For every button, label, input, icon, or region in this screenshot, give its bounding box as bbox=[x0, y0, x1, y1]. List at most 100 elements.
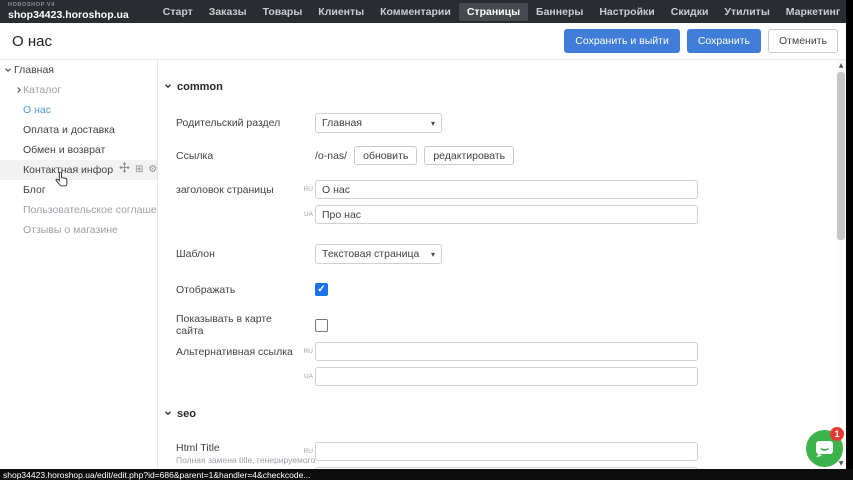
nav-item-pages[interactable]: Страницы bbox=[459, 3, 528, 21]
field-page-title-ru: заголовок страницы RU bbox=[176, 180, 698, 199]
parent-section-select[interactable]: Главная ▾ bbox=[315, 113, 442, 133]
tree-item-label: Обмен и возврат bbox=[23, 144, 105, 156]
field-page-title-ua: UA bbox=[176, 205, 698, 224]
nav-item-orders[interactable]: Заказы bbox=[201, 3, 255, 21]
field-display: Отображать ✓ bbox=[176, 283, 328, 296]
page-title-ua-input[interactable] bbox=[315, 205, 698, 224]
select-value: Главная bbox=[322, 117, 362, 129]
scrollbar-thumb[interactable] bbox=[837, 72, 845, 240]
add-icon[interactable]: ⊞ bbox=[135, 165, 143, 175]
alt-link-ua-input[interactable] bbox=[315, 367, 698, 386]
nav-item-marketing[interactable]: Маркетинг bbox=[778, 3, 846, 21]
tree-item-home[interactable]: Главная bbox=[0, 60, 157, 80]
tree-item-label: Оплата и доставка bbox=[23, 124, 115, 136]
logo[interactable]: HOROSHOP V4 shop34423.horoshop.ua bbox=[8, 3, 129, 20]
scrollbar-up-icon[interactable]: ▲ bbox=[836, 62, 846, 69]
link-edit-button[interactable]: редактировать bbox=[424, 146, 514, 165]
field-label: Показывать в карте сайта bbox=[176, 313, 301, 337]
nav-item-utilities[interactable]: Утилиты bbox=[716, 3, 777, 21]
chevron-down-icon[interactable] bbox=[4, 66, 12, 74]
link-path: /o-nas/ bbox=[315, 150, 347, 162]
lang-tag-ru: RU bbox=[301, 186, 313, 193]
nav-item-products[interactable]: Товары bbox=[255, 3, 311, 21]
chevron-down-icon: ▾ bbox=[431, 250, 435, 259]
lang-tag-ru: RU bbox=[301, 348, 313, 355]
nav-item-settings[interactable]: Настройки bbox=[591, 3, 662, 21]
chat-widget-button[interactable]: 1 bbox=[806, 430, 843, 467]
link-update-button[interactable]: обновить bbox=[354, 146, 417, 165]
tree-item-about[interactable]: О нас bbox=[0, 100, 157, 120]
section-common[interactable]: common bbox=[164, 81, 223, 93]
screen: HOROSHOP V4 shop34423.horoshop.ua Старт … bbox=[0, 0, 853, 480]
tree-item-label: Каталог bbox=[23, 84, 61, 96]
vertical-scrollbar[interactable]: ▲ ▼ bbox=[836, 60, 846, 469]
tree-item-store-reviews[interactable]: Отзывы о магазине bbox=[0, 220, 157, 240]
topbar: HOROSHOP V4 shop34423.horoshop.ua Старт … bbox=[0, 0, 846, 23]
field-label: Отображать bbox=[176, 284, 301, 296]
tree-item-user-agreement[interactable]: Пользовательское соглашение bbox=[0, 200, 157, 220]
field-label: Родительский раздел bbox=[176, 117, 301, 129]
section-collapse-icon[interactable] bbox=[164, 408, 172, 420]
tree-item-exchange-return[interactable]: Обмен и возврат bbox=[0, 140, 157, 160]
section-title: seo bbox=[177, 408, 196, 420]
template-select[interactable]: Текстовая страница ▾ bbox=[315, 244, 442, 264]
nav-item-start[interactable]: Старт bbox=[155, 3, 201, 21]
section-seo[interactable]: seo bbox=[164, 408, 196, 420]
page-tree: Главная Каталог О нас Оплата и доставка … bbox=[0, 60, 157, 469]
field-label: Html Title bbox=[176, 442, 220, 454]
html-title-ru-input[interactable] bbox=[315, 442, 698, 461]
select-value: Текстовая страница bbox=[322, 248, 419, 260]
field-label: Альтернативная ссылка bbox=[176, 346, 301, 358]
save-and-exit-button[interactable]: Сохранить и выйти bbox=[564, 29, 680, 53]
page-header: О нас Сохранить и выйти Сохранить Отмени… bbox=[0, 23, 846, 60]
nav-item-banners[interactable]: Баннеры bbox=[528, 3, 591, 21]
field-parent-section: Родительский раздел Главная ▾ bbox=[176, 113, 442, 133]
lang-tag-ru: RU bbox=[301, 448, 313, 455]
field-link: Ссылка /o-nas/ обновить редактировать bbox=[176, 146, 521, 165]
tree-item-blog[interactable]: Блог bbox=[0, 180, 157, 200]
field-note: Полная замена title, генерируемого bbox=[176, 455, 315, 465]
main-nav: Старт Заказы Товары Клиенты Комментарии … bbox=[155, 0, 846, 23]
logo-version: HOROSHOP V4 bbox=[8, 3, 129, 9]
chevron-right-icon[interactable] bbox=[15, 86, 23, 94]
alt-link-ru-input[interactable] bbox=[315, 342, 698, 361]
lang-tag-ua: UA bbox=[301, 211, 313, 218]
display-checkbox[interactable]: ✓ bbox=[315, 283, 328, 296]
logo-domain: shop34423.horoshop.ua bbox=[8, 10, 129, 21]
section-title: common bbox=[177, 81, 223, 93]
field-alt-link-ua: UA bbox=[176, 367, 698, 386]
field-label: Ссылка bbox=[176, 150, 301, 162]
tree-item-label: Блог bbox=[23, 184, 46, 196]
field-label: заголовок страницы bbox=[176, 184, 301, 196]
nav-item-comments[interactable]: Комментарии bbox=[372, 3, 459, 21]
nav-item-clients[interactable]: Клиенты bbox=[310, 3, 372, 21]
right-edge-bar bbox=[846, 0, 853, 480]
field-sitemap: Показывать в карте сайта bbox=[176, 313, 328, 337]
chat-unread-badge: 1 bbox=[830, 427, 844, 441]
tree-item-label: О нас bbox=[23, 104, 51, 116]
save-button[interactable]: Сохранить bbox=[687, 29, 761, 53]
field-template: Шаблон Текстовая страница ▾ bbox=[176, 244, 442, 264]
sitemap-checkbox[interactable] bbox=[315, 319, 328, 332]
hand-cursor-icon bbox=[55, 172, 68, 190]
tree-item-payment-delivery[interactable]: Оплата и доставка bbox=[0, 120, 157, 140]
tree-item-catalog[interactable]: Каталог bbox=[0, 80, 157, 100]
nav-item-discounts[interactable]: Скидки bbox=[663, 3, 717, 21]
section-collapse-icon[interactable] bbox=[164, 81, 172, 93]
edit-form: common Родительский раздел Главная ▾ Ссы… bbox=[157, 60, 836, 469]
tree-item-label: Контактная инфор bbox=[23, 160, 113, 180]
tree-item-label: Отзывы о магазине bbox=[23, 224, 118, 236]
lang-tag-ua: UA bbox=[301, 373, 313, 380]
header-actions: Сохранить и выйти Сохранить Отменить bbox=[564, 29, 838, 53]
admin-window: HOROSHOP V4 shop34423.horoshop.ua Старт … bbox=[0, 0, 846, 469]
chevron-down-icon: ▾ bbox=[431, 119, 435, 128]
field-alt-link-ru: Альтернативная ссылка RU bbox=[176, 342, 698, 361]
cancel-button[interactable]: Отменить bbox=[768, 29, 838, 53]
browser-status-bar: shop34423.horoshop.ua/edit/edit.php?id=6… bbox=[0, 469, 853, 480]
field-html-title-ru: Html Title Полная замена title, генериру… bbox=[176, 442, 698, 466]
field-label: Шаблон bbox=[176, 248, 301, 260]
page-title-ru-input[interactable] bbox=[315, 180, 698, 199]
tree-item-label: Главная bbox=[14, 64, 54, 76]
move-icon[interactable] bbox=[119, 160, 130, 180]
tree-item-contact-info[interactable]: Контактная инфор ⊞ ⚙ bbox=[0, 160, 157, 180]
